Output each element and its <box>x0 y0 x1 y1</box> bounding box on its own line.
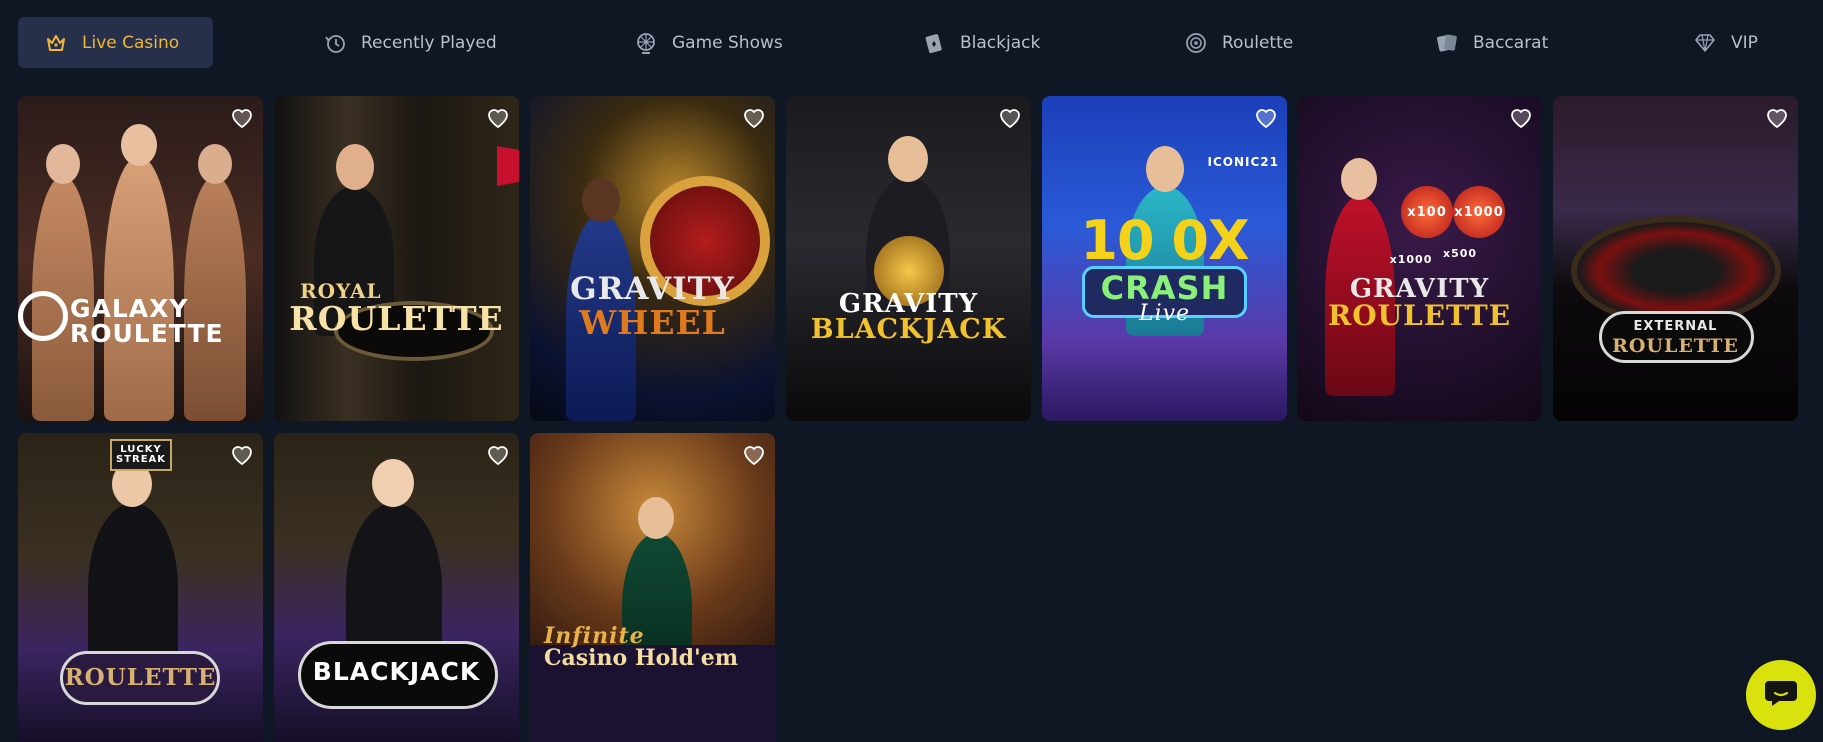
multiplier-label: x1000 <box>1389 253 1433 266</box>
tab-label: Roulette <box>1222 32 1294 53</box>
game-title: CRASH <box>1100 269 1229 307</box>
tab-label: Game Shows <box>672 32 783 53</box>
game-title: GALAXY ROULETTE <box>70 294 224 348</box>
game-thumbnail <box>274 96 519 421</box>
dealer-head <box>1146 146 1184 192</box>
tab-label: Blackjack <box>960 32 1041 53</box>
roulette-wheel <box>1571 216 1781 326</box>
dealer-head <box>121 124 157 166</box>
game-title: Live <box>1138 301 1191 326</box>
galaxy-logo-icon <box>18 291 68 341</box>
game-title: BLACKJACK <box>312 657 481 686</box>
tab-label: Recently Played <box>361 32 497 53</box>
game-card-gravity-blackjack[interactable]: GRAVITY BLACKJACK <box>786 96 1031 421</box>
game-card-blackjack[interactable]: BLACKJACK <box>274 433 519 742</box>
game-title: ROULETTE <box>1612 335 1739 357</box>
game-title: ROULETTE <box>1327 299 1512 332</box>
heart-icon[interactable] <box>1508 106 1534 130</box>
dealer-figure <box>88 503 178 673</box>
game-card-royal-roulette[interactable]: ROYAL ROULETTE <box>274 96 519 421</box>
dealer-head <box>582 178 620 222</box>
heart-icon[interactable] <box>229 106 255 130</box>
dealer-figure <box>104 156 174 421</box>
multiplier-label: x500 <box>1442 247 1478 260</box>
heart-icon[interactable] <box>1253 106 1279 130</box>
dealer-head <box>198 144 232 184</box>
dealer-head <box>372 459 414 507</box>
game-title: ROULETTE <box>64 664 217 691</box>
game-title: Infinite <box>544 623 645 649</box>
tab-blackjack[interactable]: Blackjack <box>922 17 1040 68</box>
cards-icon <box>1435 31 1459 55</box>
game-card-lucky-streak-roulette[interactable]: LUCKY STREAK ROULETTE <box>18 433 263 742</box>
tab-live-casino[interactable]: Live Casino <box>18 17 214 68</box>
multiplier-text: 10 0X <box>1080 209 1249 272</box>
heart-icon[interactable] <box>229 443 255 467</box>
heart-icon[interactable] <box>485 443 511 467</box>
game-card-gravity-wheel[interactable]: GRAVITY WHEEL <box>530 96 775 421</box>
diamond-icon <box>1693 31 1717 55</box>
game-title: EXTERNAL <box>1633 319 1718 334</box>
game-card-infinite-casino-holdem[interactable]: Infinite Casino Hold'em <box>530 433 775 742</box>
heart-icon[interactable] <box>997 106 1023 130</box>
card-icon <box>922 31 946 55</box>
game-title: BLACKJACK <box>810 314 1007 345</box>
wheel-icon <box>634 31 658 55</box>
history-icon <box>323 31 347 55</box>
dealer-head <box>336 144 374 190</box>
tab-vip[interactable]: VIP <box>1693 17 1758 68</box>
crown-icon <box>44 31 68 55</box>
multiplier-label: x100 <box>1407 205 1447 220</box>
chat-button[interactable] <box>1746 660 1816 730</box>
game-card-crash-live[interactable]: ICONIC21 10 0X CRASH Live <box>1042 96 1287 421</box>
game-card-gravity-roulette[interactable]: x100 x1000 x1000 x500 GRAVITY ROULETTE <box>1297 96 1542 421</box>
dealer-head <box>46 144 80 184</box>
heart-icon[interactable] <box>485 106 511 130</box>
category-nav: Live Casino Recently Played Game Shows B… <box>18 17 1808 68</box>
tab-baccarat[interactable]: Baccarat <box>1435 17 1548 68</box>
tab-recently-played[interactable]: Recently Played <box>323 17 497 68</box>
tab-roulette[interactable]: Roulette <box>1184 17 1293 68</box>
dealer-head <box>1341 158 1377 200</box>
tab-game-shows[interactable]: Game Shows <box>634 17 783 68</box>
game-title: ROYAL <box>300 279 382 303</box>
star-badge-icon <box>497 146 519 186</box>
tab-label: Live Casino <box>82 32 180 53</box>
heart-icon[interactable] <box>741 443 767 467</box>
heart-icon[interactable] <box>741 106 767 130</box>
heart-icon[interactable] <box>1764 106 1790 130</box>
roulette-icon <box>1184 31 1208 55</box>
provider-logo: LUCKY STREAK <box>115 444 167 465</box>
game-title: WHEEL <box>579 303 726 342</box>
tab-label: VIP <box>1731 32 1758 53</box>
multiplier-label: x1000 <box>1454 205 1504 220</box>
chat-bubble-icon <box>1763 678 1799 712</box>
dealer-head <box>638 497 674 539</box>
dealer-head <box>888 136 928 182</box>
tab-label: Baccarat <box>1473 32 1549 53</box>
game-title: ROULETTE <box>289 299 504 338</box>
game-title: GRAVITY <box>570 271 735 307</box>
game-title: Casino Hold'em <box>544 645 739 671</box>
game-card-external-roulette[interactable]: EXTERNAL ROULETTE <box>1553 96 1798 421</box>
game-card-galaxy-roulette[interactable]: GALAXY ROULETTE <box>18 96 263 421</box>
brand-label: ICONIC21 <box>1207 155 1279 169</box>
